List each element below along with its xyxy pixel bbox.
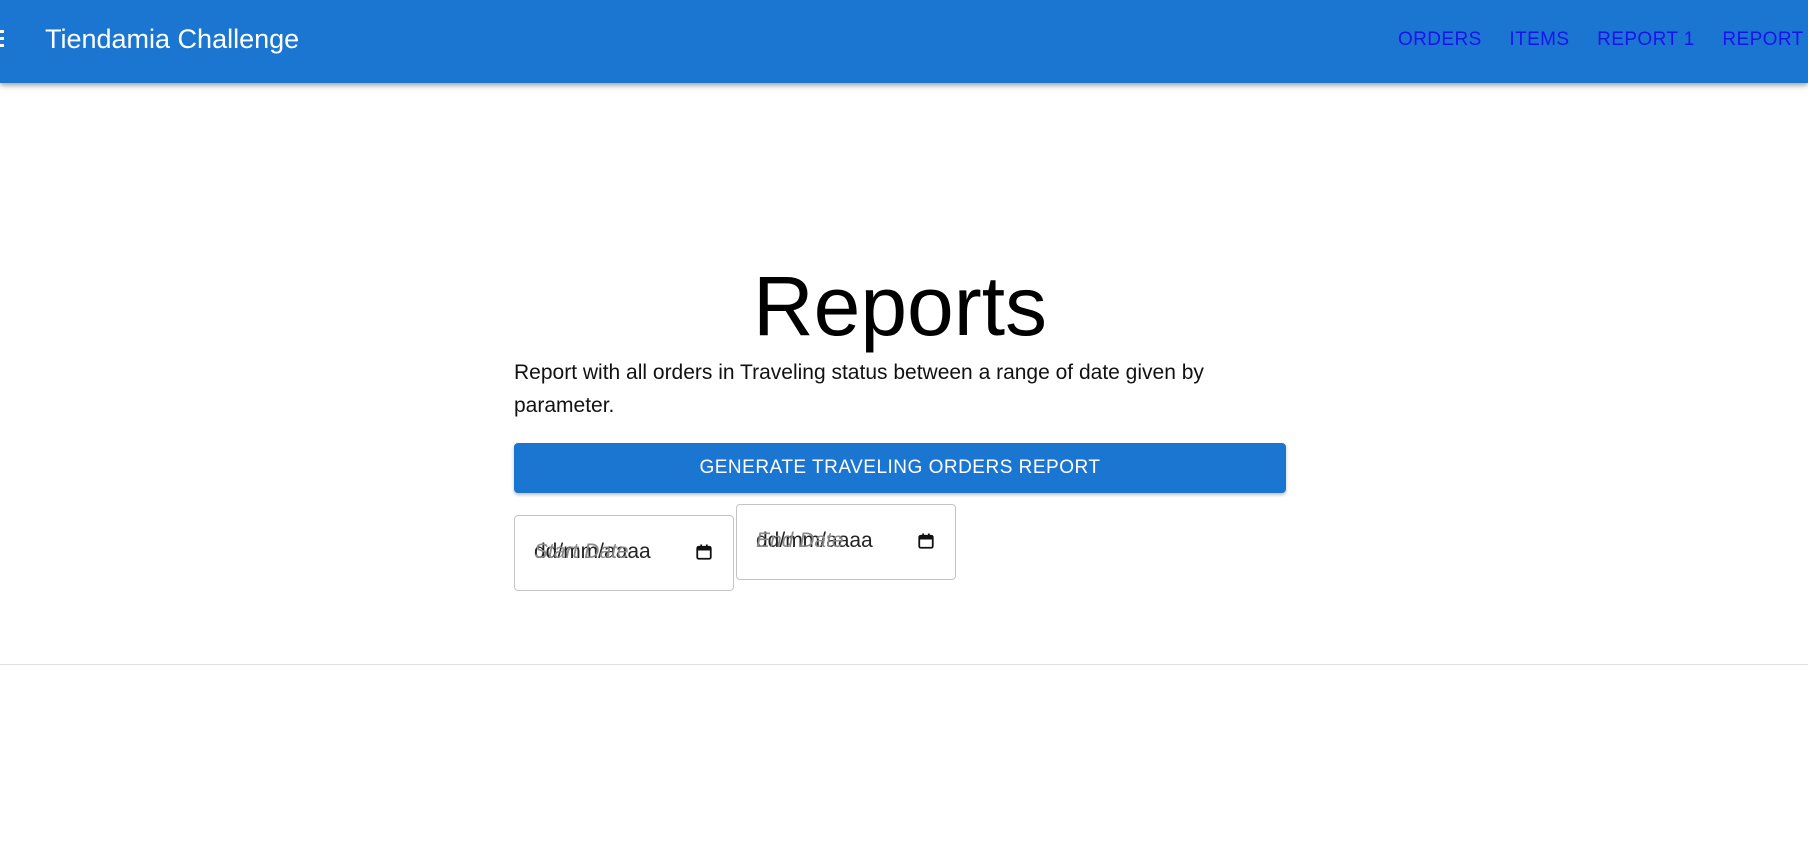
page-title: Reports xyxy=(752,259,1048,353)
divider xyxy=(0,664,1808,665)
calendar-icon[interactable] xyxy=(917,532,935,550)
end-date-label: End Date xyxy=(756,529,844,552)
end-date-field[interactable]: dd/mm/aaaa End Date xyxy=(736,504,956,580)
start-date-field[interactable]: dd/mm/aaaa Start Date xyxy=(514,515,734,591)
nav-link-report-2[interactable]: REPORT 2 xyxy=(1722,29,1808,50)
report-description: Report with all orders in Traveling stat… xyxy=(514,361,1204,417)
top-nav: ORDERS ITEMS REPORT 1 REPORT 2 xyxy=(1398,28,1808,52)
nav-link-report-1[interactable]: REPORT 1 xyxy=(1597,29,1695,50)
app-bar: Tiendamia Challenge ORDERS ITEMS REPORT … xyxy=(0,0,1808,83)
generate-report-button[interactable]: GENERATE TRAVELING ORDERS REPORT xyxy=(514,443,1286,493)
calendar-icon[interactable] xyxy=(695,543,713,561)
menu-icon[interactable] xyxy=(0,30,4,50)
nav-link-orders[interactable]: ORDERS xyxy=(1398,29,1482,50)
app-title: Tiendamia Challenge xyxy=(45,24,300,54)
nav-link-items[interactable]: ITEMS xyxy=(1509,29,1569,50)
start-date-label: Start Date xyxy=(534,540,629,563)
